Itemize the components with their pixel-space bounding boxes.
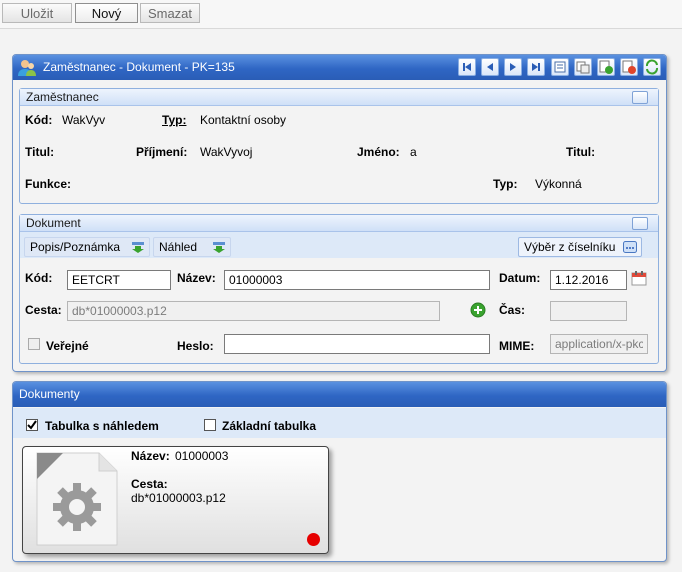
type-value: Kontaktní osoby <box>200 113 287 127</box>
code-label: Kód: <box>25 113 53 127</box>
mime-input[interactable] <box>550 334 648 354</box>
list-view-button[interactable] <box>551 58 569 76</box>
documents-panel-header: Dokumenty <box>13 382 666 407</box>
doc-name-input[interactable] <box>224 270 490 290</box>
first-record-button[interactable] <box>458 58 476 76</box>
arrow-down-icon <box>213 242 225 253</box>
title2-label: Titul: <box>566 145 596 159</box>
employee-section-title: Zaměstnanec <box>26 90 99 104</box>
doc-code-label: Kód: <box>25 271 53 285</box>
tab-note[interactable]: Popis/Poznámka <box>24 237 150 257</box>
doc-name-label: Název: <box>177 271 216 285</box>
code-value: WakVyv <box>62 113 106 127</box>
select-from-list-button[interactable]: Výběr z číselníku <box>518 237 642 257</box>
public-label: Veřejné <box>46 339 89 353</box>
add-doc-icon <box>599 60 613 74</box>
first-icon <box>463 63 471 71</box>
card-name-value: 01000003 <box>175 449 229 463</box>
document-section-header: Dokument <box>20 215 658 232</box>
panel-header: Zaměstnanec - Dokument - PK=135 <box>13 55 666 80</box>
tab-note-label: Popis/Poznámka <box>30 240 121 254</box>
new-button[interactable]: Nový <box>75 3 138 23</box>
type2-label: Typ: <box>493 177 518 191</box>
next-record-button[interactable] <box>504 58 522 76</box>
delete-doc-icon <box>622 60 636 74</box>
arrow-down-icon <box>132 242 144 253</box>
name-value: a <box>410 145 417 159</box>
prev-record-button[interactable] <box>481 58 499 76</box>
add-file-icon[interactable] <box>470 302 486 318</box>
panel-title: Zaměstnanec - Dokument - PK=135 <box>43 60 235 74</box>
user-icon <box>18 60 36 76</box>
surname-label: Příjmení: <box>136 145 188 159</box>
date-input[interactable] <box>550 270 627 290</box>
copy-record-button[interactable] <box>574 58 592 76</box>
preview-table-checkbox[interactable] <box>26 419 38 431</box>
list-icon <box>554 61 566 73</box>
employee-document-panel: Zaměstnanec - Dokument - PK=135 Zaměstna… <box>12 54 667 372</box>
doc-code-input[interactable] <box>67 270 171 290</box>
document-section-title: Dokument <box>26 216 81 230</box>
time-input[interactable] <box>550 301 627 321</box>
password-label: Heslo: <box>177 339 214 353</box>
type-label: Typ: <box>162 113 187 127</box>
save-button[interactable]: Uložit <box>2 3 72 23</box>
path-input[interactable] <box>67 301 440 321</box>
path-label: Cesta: <box>25 303 62 317</box>
card-name-label: Název: <box>131 449 170 463</box>
preview-table-label: Tabulka s náhledem <box>45 419 159 433</box>
documents-panel-title: Dokumenty <box>19 387 80 401</box>
refresh-button[interactable] <box>643 58 661 76</box>
last-record-button[interactable] <box>527 58 545 76</box>
basic-table-checkbox[interactable] <box>204 419 216 431</box>
copy-icon <box>576 61 590 74</box>
basic-table-label: Základní tabulka <box>222 419 317 433</box>
card-path-label: Cesta: <box>131 477 168 491</box>
surname-value: WakVyvoj <box>200 145 253 159</box>
password-input[interactable] <box>224 334 490 354</box>
check-icon <box>27 420 37 430</box>
employee-section: Zaměstnanec Kód: WakVyv Typ: Kontaktní o… <box>19 88 659 204</box>
status-dot <box>307 533 320 546</box>
public-checkbox[interactable] <box>28 338 40 350</box>
delete-record-button[interactable] <box>620 58 638 76</box>
next-icon <box>510 63 516 71</box>
mime-label: MIME: <box>499 339 535 353</box>
type2-value: Výkonná <box>535 177 582 191</box>
function-label: Funkce: <box>25 177 72 191</box>
time-label: Čas: <box>499 303 526 317</box>
calendar-icon[interactable] <box>631 270 647 286</box>
date-label: Datum: <box>499 271 541 285</box>
collapse-document-button[interactable] <box>632 217 648 230</box>
collapse-employee-button[interactable] <box>632 91 648 104</box>
prev-icon <box>487 63 493 71</box>
document-section: Dokument Popis/Poznámka Náhled Výběr z č… <box>19 214 659 364</box>
card-path-value: db*01000003.p12 <box>131 491 226 505</box>
last-icon <box>532 63 540 71</box>
add-record-button[interactable] <box>597 58 615 76</box>
refresh-icon <box>646 59 658 75</box>
name-label: Jméno: <box>357 145 400 159</box>
ellipsis-icon <box>623 241 637 253</box>
title-label: Titul: <box>25 145 55 159</box>
tab-preview-label: Náhled <box>159 240 198 254</box>
employee-section-header: Zaměstnanec <box>20 89 658 106</box>
delete-button[interactable]: Smazat <box>140 3 200 23</box>
tab-preview[interactable]: Náhled <box>153 237 231 257</box>
document-card[interactable]: Název: 01000003 Cesta: db*01000003.p12 <box>22 446 329 554</box>
file-settings-icon <box>36 452 118 546</box>
select-from-list-label: Výběr z číselníku <box>524 240 616 254</box>
documents-panel: Dokumenty Tabulka s náhledem Základní ta… <box>12 381 667 562</box>
